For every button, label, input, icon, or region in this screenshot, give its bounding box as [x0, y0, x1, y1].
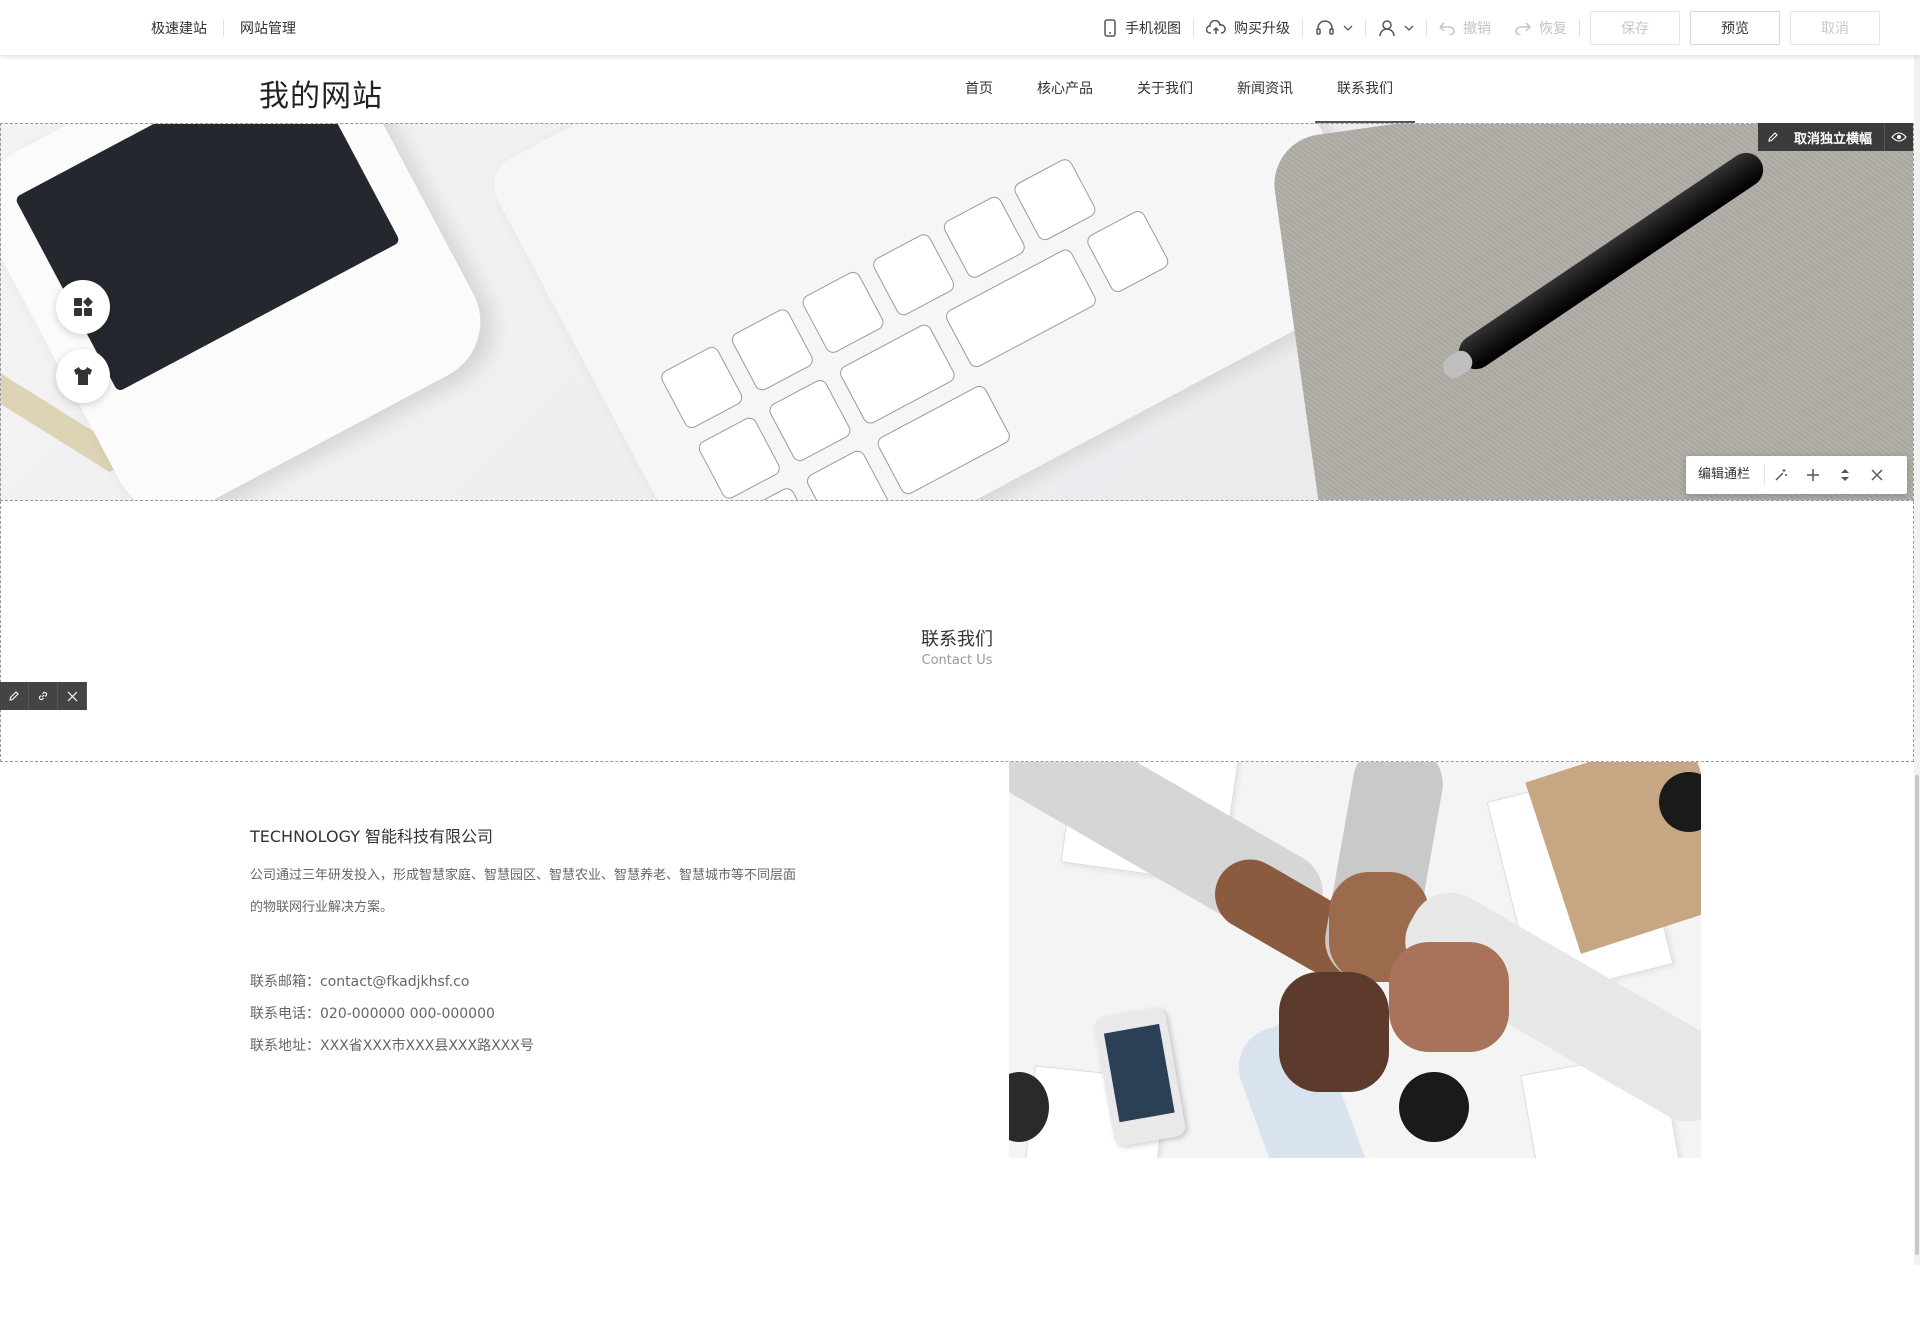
close-icon[interactable] — [1861, 469, 1893, 481]
shirt-icon — [74, 367, 92, 385]
contact-title-section[interactable]: 联系我们 Contact Us — [0, 501, 1914, 762]
chevron-down-icon — [1343, 25, 1353, 31]
save-button[interactable]: 保存 — [1590, 10, 1680, 45]
divider — [223, 18, 224, 37]
quick-build-link[interactable]: 极速建站 — [151, 18, 207, 38]
mobile-view-label: 手机视图 — [1125, 20, 1181, 37]
key — [658, 344, 746, 431]
key — [804, 447, 891, 500]
upgrade-button[interactable]: 购买升级 — [1194, 18, 1302, 38]
user-menu[interactable] — [1366, 19, 1426, 37]
company-name: TECHNOLOGY 智能科技有限公司 — [250, 827, 494, 846]
nav-item-home[interactable]: 首页 — [943, 55, 1015, 123]
page-scrollbar[interactable] — [1914, 55, 1920, 1265]
eye-icon[interactable] — [1884, 123, 1913, 151]
description-line: 公司通过三年研发投入，形成智慧家庭、智慧园区、智慧农业、智慧养老、智慧城市等不同… — [250, 868, 797, 883]
banner-image[interactable] — [0, 123, 1914, 501]
key — [766, 377, 854, 464]
key — [1011, 156, 1099, 243]
key — [729, 306, 816, 394]
close-icon[interactable] — [58, 682, 87, 710]
site-nav: 首页 核心产品 关于我们 新闻资讯 联系我们 — [943, 55, 1415, 123]
felt-notebook-graphic — [1267, 124, 1913, 500]
pencil-icon[interactable] — [0, 682, 29, 710]
key — [1084, 208, 1172, 295]
pencil-icon — [1758, 123, 1788, 151]
scrollbar-thumb[interactable] — [1915, 775, 1919, 1255]
module-tools — [0, 682, 87, 710]
editor-toolbar: 极速建站 网站管理 手机视图 购买升级 撤销 恢复 保存 预览 取消 — [0, 0, 1920, 55]
sort-icon[interactable] — [1829, 468, 1861, 482]
site-logo[interactable]: 我的网站 — [259, 71, 383, 115]
key — [870, 231, 957, 319]
contact-email: 联系邮箱：contact@fkadjkhsf.co — [250, 974, 470, 990]
cancel-button[interactable]: 取消 — [1790, 10, 1880, 45]
divider — [1579, 18, 1580, 37]
theme-button[interactable] — [56, 349, 110, 403]
redo-icon — [1515, 21, 1531, 35]
widgets-icon — [74, 297, 93, 316]
key — [799, 269, 887, 356]
cloud-upload-icon — [1206, 19, 1226, 34]
preview-button[interactable]: 预览 — [1690, 10, 1780, 45]
nav-item-news[interactable]: 新闻资讯 — [1215, 55, 1315, 123]
key — [696, 414, 783, 500]
site-manage-link[interactable]: 网站管理 — [240, 18, 296, 38]
company-description: 公司通过三年研发投入，形成智慧家庭、智慧园区、智慧农业、智慧养老、智慧城市等不同… — [250, 860, 850, 924]
team-photo[interactable] — [1009, 762, 1701, 1158]
site-header: 我的网站 首页 核心产品 关于我们 新闻资讯 联系我们 — [0, 55, 1920, 123]
nav-item-contact[interactable]: 联系我们 — [1315, 55, 1415, 123]
undo-button[interactable]: 撤销 — [1427, 18, 1503, 38]
undo-label: 撤销 — [1463, 20, 1491, 37]
phone-icon — [1104, 18, 1116, 37]
edit-channel-toolbar: 编辑通栏 — [1686, 456, 1907, 494]
nav-item-about[interactable]: 关于我们 — [1115, 55, 1215, 123]
redo-button[interactable]: 恢复 — [1503, 18, 1579, 38]
components-button[interactable] — [56, 280, 110, 334]
contact-phone: 联系电话：020-000000 000-000000 — [250, 1006, 495, 1022]
cancel-banner-control[interactable]: 取消独立横幅 — [1758, 123, 1914, 151]
undo-icon — [1439, 21, 1455, 35]
user-icon — [1379, 19, 1395, 36]
toolbar-left: 极速建站 网站管理 — [151, 0, 296, 55]
key — [941, 193, 1028, 281]
redo-label: 恢复 — [1539, 20, 1567, 37]
edit-channel-button[interactable]: 编辑通栏 — [1686, 465, 1766, 485]
fist-graphic — [1279, 972, 1389, 1092]
magic-wand-icon[interactable] — [1765, 468, 1797, 482]
section-title: 联系我们 — [921, 629, 993, 650]
section-subtitle: Contact Us — [921, 653, 993, 668]
description-line: 的物联网行业解决方案。 — [250, 900, 394, 915]
toolbar-right: 手机视图 购买升级 撤销 恢复 保存 预览 取消 — [1091, 0, 1880, 55]
keyboard-graphic — [483, 124, 1399, 500]
contact-address: 联系地址：XXX省XXX市XXX县XXX路XXX号 — [250, 1038, 534, 1054]
nav-item-products[interactable]: 核心产品 — [1015, 55, 1115, 123]
fist-graphic — [1389, 942, 1509, 1052]
add-icon[interactable] — [1797, 468, 1829, 482]
support-menu[interactable] — [1303, 19, 1365, 37]
chevron-down-icon — [1404, 25, 1414, 31]
cancel-banner-label: 取消独立横幅 — [1794, 131, 1873, 147]
headset-icon — [1316, 19, 1334, 35]
phone-screen — [1103, 1023, 1175, 1123]
coffee-cup-graphic — [1399, 1072, 1469, 1142]
mobile-view-button[interactable]: 手机视图 — [1091, 18, 1193, 38]
upgrade-label: 购买升级 — [1234, 20, 1290, 37]
contact-details: 联系邮箱：contact@fkadjkhsf.co 联系电话：020-00000… — [250, 966, 534, 1062]
link-icon[interactable] — [29, 682, 58, 710]
